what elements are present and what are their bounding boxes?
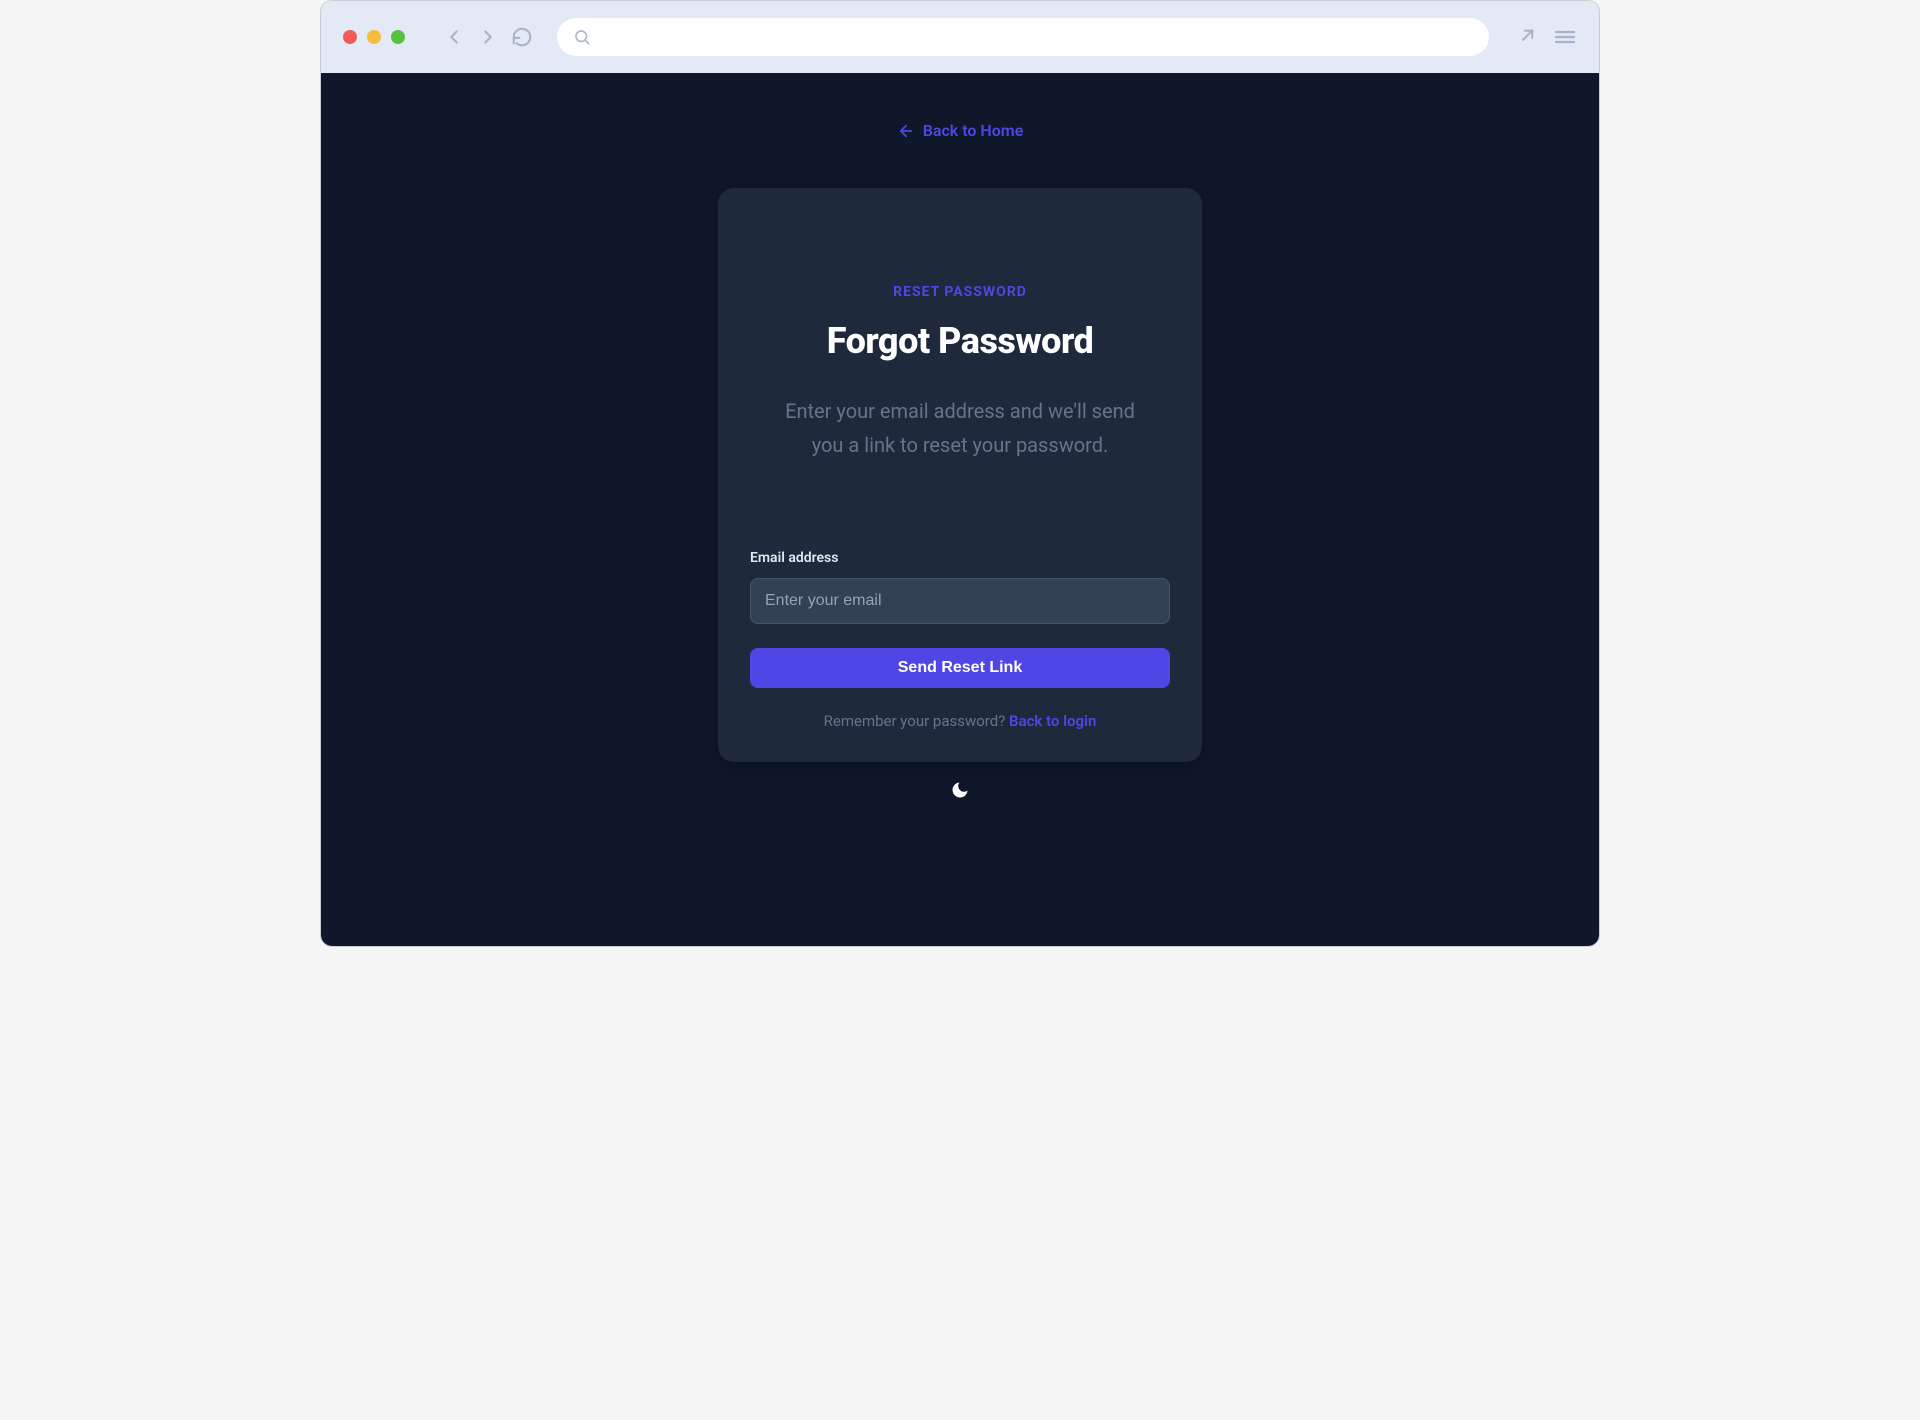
- arrow-left-icon: [897, 122, 915, 140]
- back-to-home-label: Back to Home: [923, 121, 1024, 140]
- forward-icon[interactable]: [477, 26, 499, 48]
- chrome-right-controls: [1513, 25, 1577, 49]
- page-subtitle: Enter your email address and we'll send …: [750, 394, 1170, 462]
- email-field[interactable]: [750, 578, 1170, 624]
- window-maximize-button[interactable]: [391, 30, 405, 44]
- window-minimize-button[interactable]: [367, 30, 381, 44]
- moon-icon: [950, 780, 970, 804]
- theme-toggle-button[interactable]: [948, 780, 972, 804]
- footer-text: Remember your password? Back to login: [750, 712, 1170, 730]
- page-title: Forgot Password: [750, 320, 1170, 362]
- nav-controls: [443, 26, 533, 48]
- send-reset-link-button[interactable]: Send Reset Link: [750, 648, 1170, 688]
- forgot-password-card: RESET PASSWORD Forgot Password Enter you…: [718, 188, 1202, 762]
- page-content: Back to Home RESET PASSWORD Forgot Passw…: [321, 73, 1599, 804]
- search-icon: [573, 28, 591, 46]
- menu-icon[interactable]: [1553, 25, 1577, 49]
- footer-prompt: Remember your password?: [824, 712, 1009, 730]
- browser-chrome: [321, 1, 1599, 73]
- reload-icon[interactable]: [511, 26, 533, 48]
- email-label: Email address: [750, 550, 1170, 566]
- window-close-button[interactable]: [343, 30, 357, 44]
- back-to-home-link[interactable]: Back to Home: [897, 121, 1024, 140]
- window-controls: [343, 30, 405, 44]
- viewport: Back to Home RESET PASSWORD Forgot Passw…: [321, 73, 1599, 946]
- back-icon[interactable]: [443, 26, 465, 48]
- browser-window: Back to Home RESET PASSWORD Forgot Passw…: [320, 0, 1600, 947]
- address-bar[interactable]: [557, 18, 1489, 56]
- expand-icon[interactable]: [1513, 26, 1535, 48]
- section-badge: RESET PASSWORD: [750, 284, 1170, 300]
- back-to-login-link[interactable]: Back to login: [1009, 712, 1096, 730]
